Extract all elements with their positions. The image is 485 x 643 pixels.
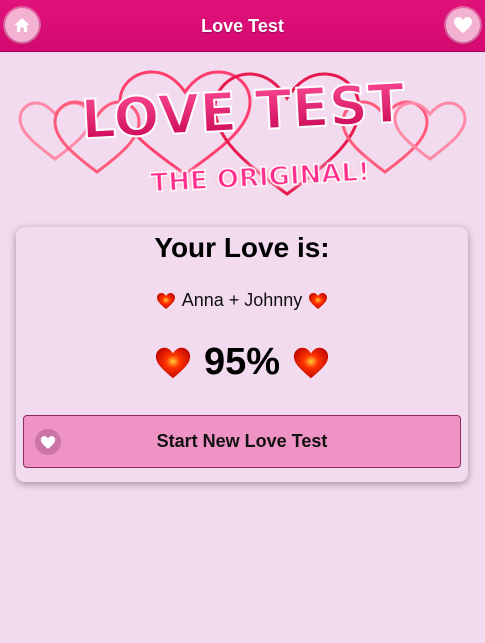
couple-names: Anna + Johnny <box>181 290 303 310</box>
love-percentage: 95% <box>203 341 281 383</box>
start-new-test-button[interactable]: Start New Love Test <box>23 415 461 468</box>
result-card: Your Love is: Anna + Johnny 95% Start Ne… <box>16 227 468 482</box>
heart-icon <box>156 292 175 309</box>
names-row: Anna + Johnny <box>16 290 468 311</box>
header-bar: Love Test <box>0 0 485 52</box>
result-title: Your Love is: <box>154 232 330 263</box>
logo-title-text: LOVE TEST <box>80 72 407 152</box>
page-title: Love Test <box>201 16 284 36</box>
percent-row: 95% <box>16 341 468 384</box>
favorite-button[interactable] <box>446 8 480 42</box>
start-new-test-label: Start New Love Test <box>156 431 328 451</box>
logo-subtitle-text: THE ORIGINAL! <box>150 157 371 198</box>
heart-icon <box>309 292 328 309</box>
heart-icon <box>155 347 191 378</box>
love-test-logo: LOVE TEST THE ORIGINAL! <box>18 70 467 199</box>
heart-icon <box>293 347 329 378</box>
heart-icon <box>454 17 472 33</box>
